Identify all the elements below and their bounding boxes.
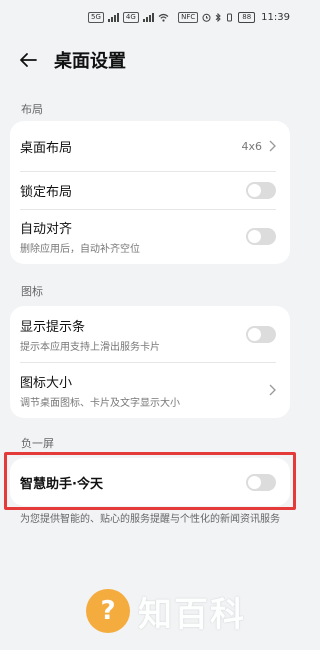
icons-card: 显示提示条 提示本应用支持上滑出服务卡片 图标大小 调节桌面图标、卡片及文字显示… bbox=[10, 306, 290, 418]
row-lock-layout: 锁定布局 bbox=[10, 171, 290, 209]
app-header: 桌面设置 bbox=[0, 38, 300, 82]
network-badge-2: 4G bbox=[122, 11, 139, 23]
row-icon-size[interactable]: 图标大小 调节桌面图标、卡片及文字显示大小 bbox=[10, 362, 290, 418]
chevron-right-icon bbox=[269, 140, 276, 152]
battery-icon: 88 bbox=[238, 11, 256, 23]
row-title: 桌面布局 bbox=[20, 140, 73, 156]
status-bar: 5G 4G NFC 88 11:39 bbox=[0, 0, 300, 34]
row-desktop-layout[interactable]: 桌面布局 4x6 bbox=[10, 121, 290, 171]
wifi-icon bbox=[158, 13, 169, 22]
layout-card: 桌面布局 4x6 锁定布局 自动对齐 删除应用后，自动补齐空位 bbox=[10, 121, 290, 264]
status-bar-left: 5G 4G bbox=[88, 11, 169, 23]
row-title: 自动对齐 bbox=[20, 222, 73, 237]
minus-one-card: 智慧助手·今天 bbox=[10, 458, 290, 506]
vibrate-icon bbox=[227, 13, 233, 21]
arrow-left-icon[interactable] bbox=[18, 50, 38, 70]
watermark: ? 知百科 bbox=[86, 583, 246, 639]
lock-layout-toggle[interactable] bbox=[246, 181, 276, 199]
row-smart-assistant-text: 智慧助手·今天 bbox=[20, 473, 103, 492]
auto-align-toggle[interactable] bbox=[246, 228, 276, 245]
toggle-knob bbox=[248, 183, 261, 197]
row-subtitle: 删除应用后，自动补齐空位 bbox=[20, 244, 140, 255]
row-show-badge: 显示提示条 提示本应用支持上滑出服务卡片 bbox=[10, 306, 290, 362]
row-right: 4x6 bbox=[241, 140, 276, 153]
signal-icon-2 bbox=[142, 12, 154, 22]
row-icon-size-text: 图标大小 调节桌面图标、卡片及文字显示大小 bbox=[20, 372, 180, 409]
chevron-right-icon bbox=[269, 384, 276, 396]
nfc-icon: NFC bbox=[178, 11, 199, 23]
row-title: 智慧助手·今天 bbox=[20, 476, 103, 492]
watermark-text: 知百科 bbox=[138, 594, 246, 635]
status-bar-right: NFC 88 11:39 bbox=[178, 11, 290, 23]
signal-icon bbox=[107, 12, 119, 22]
row-auto-align-text: 自动对齐 删除应用后，自动补齐空位 bbox=[20, 218, 140, 255]
row-lock-layout-text: 锁定布局 bbox=[20, 181, 72, 200]
smart-assistant-toggle[interactable] bbox=[246, 473, 276, 491]
question-mark-icon: ? bbox=[86, 589, 130, 633]
row-show-badge-text: 显示提示条 提示本应用支持上滑出服务卡片 bbox=[20, 316, 160, 353]
row-desktop-layout-text: 桌面布局 bbox=[20, 137, 72, 156]
row-auto-align: 自动对齐 删除应用后，自动补齐空位 bbox=[10, 209, 290, 264]
show-badge-toggle[interactable] bbox=[246, 325, 276, 343]
alarm-icon bbox=[202, 13, 211, 22]
layout-value: 4x6 bbox=[241, 139, 262, 153]
bluetooth-icon bbox=[215, 12, 221, 22]
status-time: 11:39 bbox=[261, 11, 290, 23]
toggle-knob bbox=[248, 475, 261, 489]
smart-assistant-description: 为您提供智能的、贴心的服务提醒与个性化的新闻资讯服务 bbox=[20, 514, 280, 525]
row-title: 锁定布局 bbox=[20, 184, 73, 200]
row-subtitle: 提示本应用支持上滑出服务卡片 bbox=[20, 341, 160, 353]
row-title: 图标大小 bbox=[20, 375, 73, 391]
section-label-minus-one: 负一屏 bbox=[21, 437, 54, 450]
page-title: 桌面设置 bbox=[54, 51, 126, 72]
toggle-knob bbox=[248, 327, 261, 341]
section-label-icons: 图标 bbox=[21, 285, 43, 298]
toggle-knob bbox=[248, 230, 261, 243]
row-smart-assistant: 智慧助手·今天 bbox=[10, 458, 290, 506]
section-label-layout: 布局 bbox=[21, 103, 43, 116]
row-title: 显示提示条 bbox=[20, 319, 86, 335]
network-badge-1: 5G bbox=[88, 11, 104, 23]
row-subtitle: 调节桌面图标、卡片及文字显示大小 bbox=[20, 397, 180, 409]
